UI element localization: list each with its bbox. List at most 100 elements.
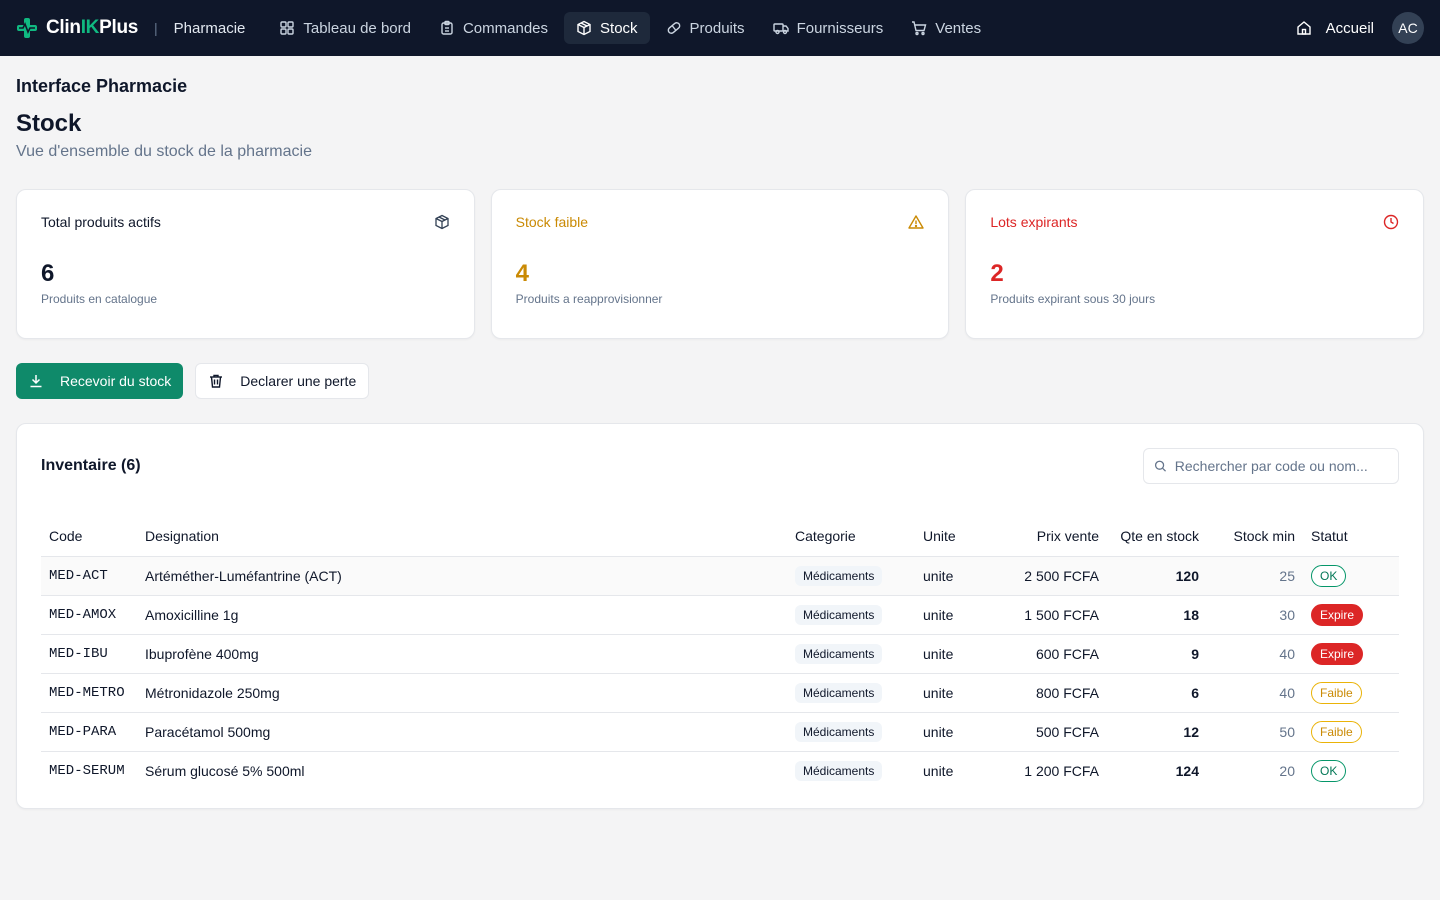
table-row[interactable]: MED-ACT Artéméther-Luméfantrine (ACT) Mé… (41, 556, 1399, 596)
nav-ventes[interactable]: Ventes (899, 12, 993, 44)
cell-prix: 500 FCFA (995, 712, 1107, 752)
section-title: Interface Pharmacie (16, 76, 188, 96)
cell-code: MED-SERUM (49, 762, 125, 779)
nav-fournisseurs[interactable]: Fournisseurs (761, 12, 896, 44)
table-row[interactable]: MED-METRO Métronidazole 250mg Médicament… (41, 673, 1399, 713)
card-value: 2 (990, 260, 1004, 287)
status-badge: OK (1311, 564, 1347, 587)
brand-logo-link[interactable]: ClinIKPlus (16, 17, 138, 39)
top-navbar: ClinIKPlus | Pharmacie Tableau de bord C… (0, 0, 1440, 56)
card-description: Produits expirant sous 30 jours (990, 292, 1156, 306)
column-header-code[interactable]: Code (41, 516, 137, 557)
cell-qte: 124 (1175, 762, 1199, 779)
column-header-designation[interactable]: Designation (137, 516, 787, 557)
cell-unite: unite (915, 673, 995, 713)
cell-prix: 600 FCFA (995, 634, 1107, 674)
cell-code: MED-METRO (41, 673, 137, 713)
column-header-statut[interactable]: Statut (1303, 516, 1399, 557)
main-nav: Tableau de bord Commandes Stock Produits… (267, 12, 993, 44)
cell-stock-min: 40 (1207, 634, 1303, 674)
status-badge: Faible (1311, 681, 1362, 704)
card-value: 6 (41, 260, 55, 287)
receive-stock-button[interactable]: Recevoir du stock (16, 363, 184, 399)
category-badge: Médicaments (795, 643, 883, 664)
category-badge: Médicaments (795, 565, 883, 586)
grid-icon (280, 21, 295, 35)
package-icon (435, 214, 449, 230)
nav-produits[interactable]: Produits (654, 12, 757, 44)
cell-prix: 800 FCFA (995, 673, 1107, 713)
cell-designation: Amoxicilline 1g (137, 595, 787, 635)
user-avatar[interactable]: AC (1392, 12, 1424, 44)
nav-commandes[interactable]: Commandes (427, 12, 560, 44)
cell-unite: unite (915, 712, 995, 752)
column-header-categorie[interactable]: Categorie (787, 516, 915, 557)
table-row[interactable]: MED-SERUM Sérum glucosé 5% 500ml Médicam… (41, 751, 1399, 790)
cell-unite: unite (915, 595, 995, 635)
trash-icon (210, 374, 223, 388)
nav-label: Commandes (462, 19, 549, 37)
category-badge: Médicaments (795, 721, 883, 742)
card-low-stock: Stock faible 4 Produits a reapprovisionn… (490, 189, 950, 339)
nav-label: Stock (600, 19, 638, 37)
cell-designation: Métronidazole 250mg (137, 673, 787, 713)
table-row[interactable]: MED-PARA Paracétamol 500mg Médicaments u… (41, 712, 1399, 752)
cell-qte: 9 (1107, 634, 1207, 674)
cell-unite: unite (915, 634, 995, 674)
table-row[interactable]: MED-AMOX Amoxicilline 1g Médicaments uni… (41, 595, 1399, 635)
clipboard-icon (441, 20, 453, 35)
cell-designation: Artéméther-Luméfantrine (ACT) (137, 556, 787, 596)
cell-qte: 12 (1107, 712, 1207, 752)
cell-prix: 1 500 FCFA (995, 595, 1107, 635)
pill-icon (667, 22, 680, 34)
page-title: Stock (16, 110, 82, 137)
status-badge: OK (1311, 759, 1347, 782)
table-row[interactable]: MED-IBU Ibuprofène 400mg Médicaments uni… (41, 634, 1399, 674)
button-label: Declarer une perte (240, 373, 357, 389)
home-link[interactable]: Accueil (1296, 20, 1374, 37)
table-header-row: Code Designation Categorie Unite Prix ve… (41, 516, 1399, 557)
nav-label: Produits (689, 19, 745, 37)
inventory-table: Code Designation Categorie Unite Prix ve… (41, 516, 1399, 790)
column-header-prix-vente[interactable]: Prix vente (995, 516, 1107, 557)
inventory-panel: Inventaire (6) Code Designation Categori… (16, 423, 1424, 809)
cell-code: MED-PARA (41, 712, 137, 752)
cell-designation: Paracétamol 500mg (137, 712, 787, 752)
nav-label: Fournisseurs (796, 19, 884, 37)
cell-stock-min: 50 (1207, 712, 1303, 752)
brand-name: ClinIKPlus (46, 17, 139, 38)
card-title: Stock faible (515, 214, 589, 230)
cell-code: MED-ACT (41, 556, 137, 596)
search-box (1143, 448, 1399, 484)
card-description: Produits en catalogue (41, 292, 158, 306)
clock-icon (1383, 214, 1399, 230)
nav-label: Ventes (935, 19, 982, 37)
package-icon (577, 20, 591, 36)
column-header-stock-min[interactable]: Stock min (1207, 516, 1303, 557)
search-input[interactable] (1174, 458, 1388, 474)
card-total-products: Total produits actifs 6 Produits en cata… (16, 189, 475, 339)
brand-cross-icon (16, 17, 38, 39)
download-icon (30, 375, 42, 388)
cell-stock-min: 40 (1207, 673, 1303, 713)
cell-qte: 120 (1107, 556, 1207, 596)
warning-icon (908, 215, 925, 229)
brand-separator: | (154, 20, 158, 36)
declare-loss-button[interactable]: Declarer une perte (195, 363, 370, 399)
cell-designation: Ibuprofène 400mg (137, 634, 787, 674)
button-label: Recevoir du stock (60, 373, 172, 389)
nav-tableau-de-bord[interactable]: Tableau de bord (267, 12, 423, 44)
column-header-unite[interactable]: Unite (915, 516, 995, 557)
card-expiring-lots: Lots expirants 2 Produits expirant sous … (965, 189, 1425, 339)
category-badge: Médicaments (795, 682, 883, 703)
status-badge: Expire (1311, 603, 1364, 626)
cell-qte: 6 (1107, 673, 1207, 713)
cell-prix: 1 200 FCFA (1024, 762, 1099, 779)
stats-cards: Total produits actifs 6 Produits en cata… (16, 189, 1425, 339)
module-name: Pharmacie (173, 19, 246, 37)
column-header-qte-stock[interactable]: Qte en stock (1107, 516, 1207, 557)
nav-label: Tableau de bord (303, 19, 411, 37)
cell-code: MED-IBU (41, 634, 137, 674)
card-description: Produits a reapprovisionner (515, 292, 663, 306)
nav-stock[interactable]: Stock (564, 12, 650, 44)
